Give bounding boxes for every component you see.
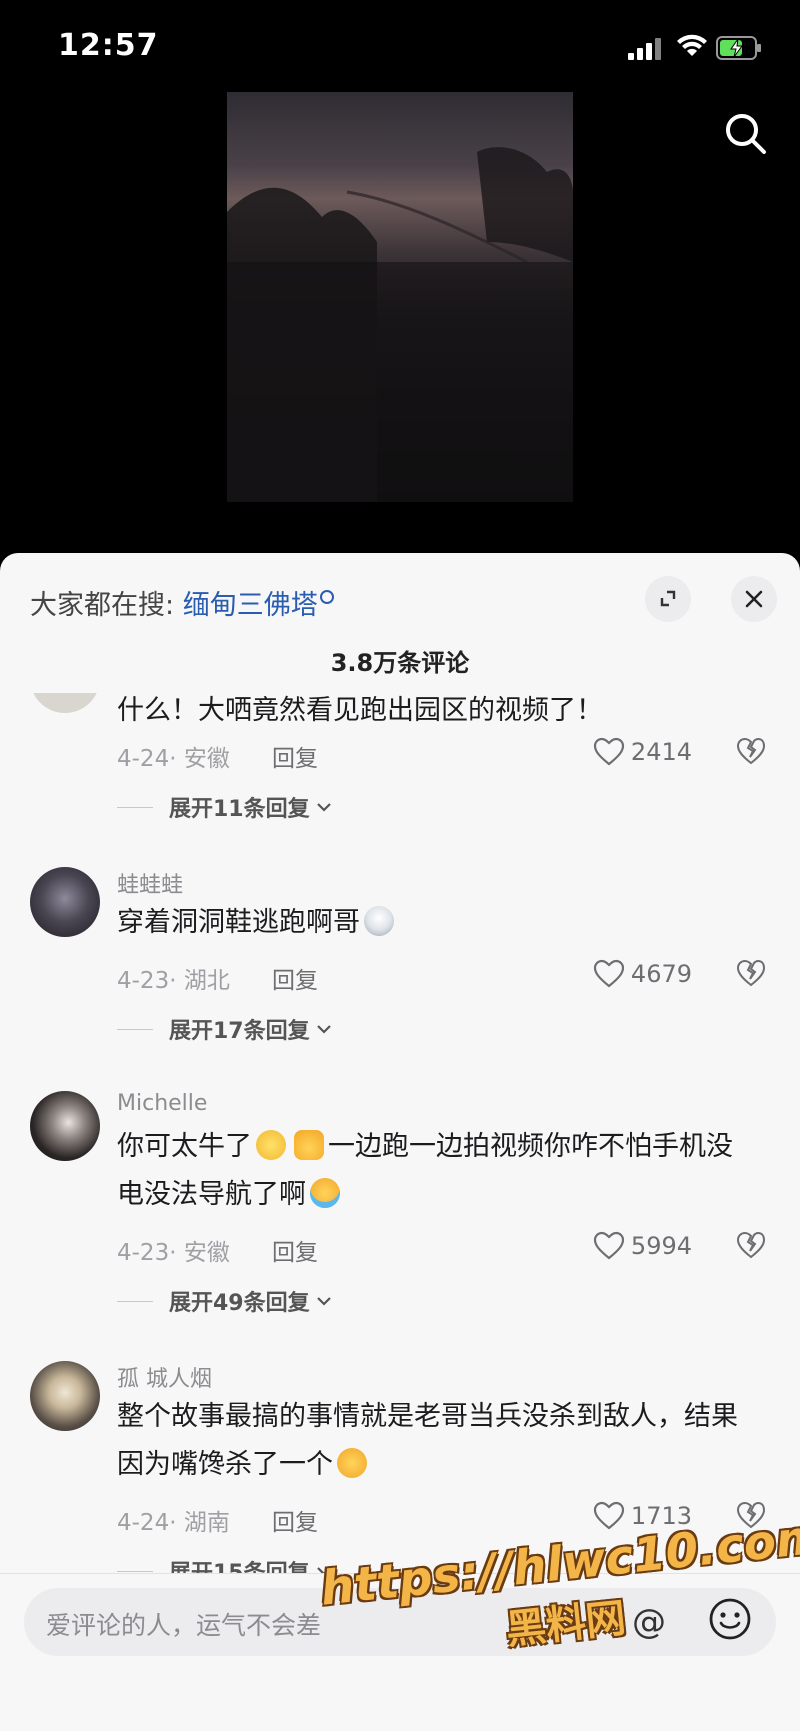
shocked-face-emoji-icon bbox=[364, 906, 394, 936]
comment-item: Michelle 你可太牛了 一边跑一边拍视频你咋不怕手机没 电没法导航了啊 4-… bbox=[0, 1087, 800, 1347]
avatar[interactable] bbox=[30, 1091, 100, 1161]
dislike-icon[interactable] bbox=[736, 959, 766, 987]
like-count: 4679 bbox=[630, 960, 692, 988]
status-bar: 12:57 bbox=[0, 0, 800, 96]
battery-charging-icon bbox=[716, 36, 761, 60]
cellular-signal-icon bbox=[628, 38, 666, 60]
expand-button[interactable] bbox=[645, 576, 691, 622]
divider bbox=[117, 1300, 153, 1302]
like-button[interactable]: 2414 bbox=[593, 737, 692, 767]
comment-date-location: 4-23· 安徽 bbox=[117, 1240, 230, 1266]
comment-text-line2: 因为嘴馋杀了一个 bbox=[117, 1449, 333, 1480]
avatar[interactable] bbox=[30, 867, 100, 937]
expand-replies-label: 展开11条回复 bbox=[169, 797, 310, 822]
dizzy-face-emoji-icon bbox=[256, 1130, 286, 1160]
comment-date-location: 4-24· 湖南 bbox=[117, 1510, 230, 1536]
comment-list[interactable]: 什么！大哂竟然看见跑出园区的视频了！ 4-24· 安徽 回复 2414 展开11… bbox=[0, 693, 800, 1573]
comment-text: 你可太牛了 一边跑一边拍视频你咋不怕手机没 电没法导航了啊 bbox=[117, 1123, 767, 1219]
username[interactable]: 蛙蛙蛙 bbox=[117, 867, 183, 899]
expand-replies-button[interactable]: 展开11条回复 bbox=[117, 791, 334, 823]
thumbs-up-emoji-icon bbox=[294, 1130, 324, 1160]
like-button[interactable]: 5994 bbox=[593, 1231, 692, 1261]
divider bbox=[117, 1028, 153, 1030]
comment-date-location: 4-24· 安徽 bbox=[117, 746, 230, 772]
divider bbox=[117, 1570, 153, 1572]
video-frame[interactable] bbox=[227, 92, 573, 502]
avatar[interactable] bbox=[30, 693, 100, 713]
chevron-down-icon bbox=[316, 803, 331, 812]
expand-replies-label: 展开15条回复 bbox=[169, 1555, 310, 1573]
heart-icon bbox=[593, 737, 625, 766]
chevron-down-icon bbox=[316, 1297, 331, 1306]
like-count: 5994 bbox=[630, 1232, 692, 1260]
divider bbox=[117, 806, 153, 808]
comment-count: 3.8万条评论 bbox=[330, 649, 470, 677]
expand-replies-button[interactable]: 展开15条回复 bbox=[117, 1555, 334, 1573]
comment-text: 什么！大哂竟然看见跑出园区的视频了！ bbox=[117, 695, 603, 726]
avatar[interactable] bbox=[30, 1361, 100, 1431]
chevron-down-icon bbox=[316, 1025, 331, 1034]
reply-button[interactable]: 回复 bbox=[272, 1503, 318, 1537]
search-suggestion-term[interactable]: 缅甸三佛塔 bbox=[183, 590, 318, 621]
reply-button[interactable]: 回复 bbox=[272, 1233, 318, 1267]
comment-text: 穿着洞洞鞋逃跑啊哥 bbox=[117, 899, 767, 947]
like-count: 2414 bbox=[630, 738, 692, 766]
comment-text-line1b: 一边跑一边拍视频你咋不怕手机没 bbox=[328, 1131, 733, 1162]
comment-date-location: 4-23· 湖北 bbox=[117, 968, 230, 994]
dislike-icon[interactable] bbox=[736, 737, 766, 765]
like-button[interactable]: 4679 bbox=[593, 959, 692, 989]
expand-replies-label: 展开17条回复 bbox=[169, 1019, 310, 1044]
expand-replies-label: 展开49条回复 bbox=[169, 1291, 310, 1316]
search-suggestion[interactable]: 大家都在搜: 缅甸三佛塔 bbox=[30, 583, 334, 622]
comment-item: 蛙蛙蛙 穿着洞洞鞋逃跑啊哥 4-23· 湖北 回复 4679 展开17条回复 bbox=[0, 863, 800, 1083]
reply-button[interactable]: 回复 bbox=[272, 961, 318, 995]
video-scene bbox=[227, 147, 573, 502]
username[interactable]: 孤 城人烟 bbox=[117, 1361, 212, 1393]
close-button[interactable] bbox=[731, 576, 777, 622]
laughing-crying-emoji-icon bbox=[337, 1448, 367, 1478]
search-small-icon bbox=[319, 590, 334, 604]
heart-icon bbox=[593, 1501, 625, 1530]
wifi-icon bbox=[677, 34, 707, 56]
reply-button[interactable]: 回复 bbox=[272, 739, 318, 773]
comment-text: 整个故事最搞的事情就是老哥当兵没杀到敌人，结果 因为嘴馋杀了一个 bbox=[117, 1393, 767, 1489]
heart-icon bbox=[593, 1231, 625, 1260]
expand-replies-button[interactable]: 展开49条回复 bbox=[117, 1285, 334, 1317]
status-time: 12:57 bbox=[58, 28, 159, 63]
username[interactable]: Michelle bbox=[117, 1091, 207, 1116]
comment-text-line2: 电没法导航了啊 bbox=[117, 1179, 306, 1210]
crying-face-emoji-icon bbox=[310, 1178, 340, 1208]
comment-text-content: 穿着洞洞鞋逃跑啊哥 bbox=[117, 907, 360, 938]
close-icon bbox=[745, 590, 763, 608]
search-suggestion-prefix: 大家都在搜: bbox=[30, 590, 175, 621]
heart-icon bbox=[593, 959, 625, 988]
expand-icon bbox=[660, 590, 676, 607]
search-icon[interactable] bbox=[722, 110, 770, 158]
dislike-icon[interactable] bbox=[736, 1231, 766, 1259]
expand-replies-button[interactable]: 展开17条回复 bbox=[117, 1013, 334, 1045]
comment-input-placeholder[interactable]: 爱评论的人，运气不会差 bbox=[46, 1606, 321, 1642]
comment-text-line1: 你可太牛了 bbox=[117, 1131, 252, 1162]
comment-text-line1: 整个故事最搞的事情就是老哥当兵没杀到敌人，结果 bbox=[117, 1401, 738, 1432]
comment-item: 什么！大哂竟然看见跑出园区的视频了！ 4-24· 安徽 回复 2414 展开11… bbox=[0, 693, 800, 837]
